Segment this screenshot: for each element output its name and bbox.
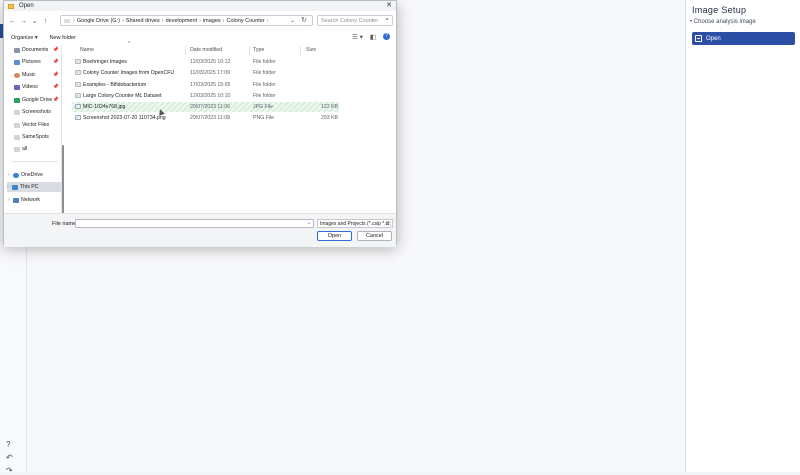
file-row[interactable]: Examples - Bifidobacterium 17/03/2025 15…	[72, 80, 339, 90]
filename-input[interactable]: ⌄	[75, 219, 314, 228]
pictures-icon	[14, 59, 20, 65]
up-button[interactable]: ↑	[40, 18, 51, 25]
search-placeholder: Search Colony Counter	[321, 17, 379, 24]
address-dropdown-icon[interactable]: ⌄	[290, 17, 295, 24]
breadcrumb-item[interactable]: images	[203, 18, 221, 24]
file-type-select[interactable]: Images and Projects (*.csip *.tif; ⌄	[317, 219, 393, 228]
file-list: ^ Name Date modified Type Size Boehringe…	[72, 41, 397, 213]
panel-open-label: Open	[706, 35, 721, 42]
help-icon[interactable]: ?	[6, 440, 13, 449]
forward-button[interactable]: →	[18, 18, 29, 25]
folder-icon	[75, 93, 81, 98]
folder-icon	[75, 70, 81, 75]
open-file-dialog: Open ✕ ← → ⌄ ↑ › Google Drive (G:) › Sha…	[3, 0, 397, 247]
folder-icon	[8, 3, 14, 9]
pin-icon: 📌	[52, 59, 59, 65]
column-header-type[interactable]: Type	[253, 45, 264, 55]
documents-icon	[14, 47, 20, 53]
folder-icon	[14, 146, 20, 152]
music-icon	[14, 72, 20, 78]
open-button[interactable]: Open	[317, 231, 352, 241]
pin-icon: 📌	[52, 97, 59, 103]
sidebar-item-network[interactable]: › Network	[8, 195, 55, 205]
folder-icon	[14, 134, 20, 140]
computer-icon	[12, 184, 18, 190]
new-folder-button[interactable]: New folder	[50, 35, 76, 41]
file-type-value: Images and Projects (*.csip *.tif;	[320, 221, 391, 227]
dialog-navbar: ← → ⌄ ↑ › Google Drive (G:) › Shared dri…	[4, 13, 396, 29]
recent-locations-button[interactable]: ⌄	[29, 17, 40, 25]
column-header-name[interactable]: Name	[80, 45, 94, 55]
onedrive-icon	[13, 172, 19, 178]
organize-button[interactable]: Organize ▾	[11, 35, 38, 41]
navigation-pane: Documents 📌 Pictures 📌 Music 📌 Videos 📌 …	[4, 45, 64, 239]
breadcrumb-item[interactable]: development	[166, 18, 198, 24]
dialog-titlebar[interactable]: Open ✕	[4, 1, 396, 11]
sidebar-item-samespots[interactable]: SameSpots	[14, 132, 61, 142]
folder-open-icon	[695, 35, 702, 42]
column-header-size[interactable]: Size	[306, 45, 316, 55]
dialog-toolbar: Organize ▾ New folder ☰ ▾ ◧ ?	[4, 32, 396, 44]
address-bar[interactable]: › Google Drive (G:) › Shared drives › de…	[60, 15, 313, 26]
search-input[interactable]: Search Colony Counter ⌕	[317, 15, 393, 26]
pin-icon: 📌	[52, 47, 59, 53]
view-options-icon[interactable]: ☰ ▾	[352, 33, 363, 41]
file-row[interactable]: Colony Counter Images from OpenCFU 11/03…	[72, 68, 339, 78]
folder-icon	[75, 82, 81, 87]
sidebar-item-this-pc[interactable]: › This PC	[7, 182, 61, 192]
sidebar-item-onedrive[interactable]: › OneDrive	[8, 170, 55, 180]
chevron-down-icon[interactable]: ⌄	[307, 220, 311, 226]
sidebar-item-pictures[interactable]: Pictures 📌	[14, 57, 61, 67]
folder-icon	[75, 59, 81, 64]
image-file-icon	[75, 104, 81, 109]
sidebar-item-vector-files[interactable]: Vector Files	[14, 120, 61, 130]
breadcrumb-item[interactable]: Shared drives	[126, 18, 160, 24]
file-row-selected[interactable]: MIC-1024x768.jpg 20/07/2023 11:06 JPG Fi…	[72, 102, 339, 112]
panel-instruction: • Choose analysis image	[690, 19, 756, 25]
nav-divider	[12, 161, 58, 162]
chevron-down-icon: ⌄	[385, 221, 390, 227]
image-setup-panel: Image Setup • Choose analysis image Open	[685, 0, 800, 472]
close-icon[interactable]: ✕	[386, 1, 392, 9]
file-row[interactable]: Boehringer Images 12/03/2025 10:12 File …	[72, 57, 339, 67]
google-drive-icon	[14, 97, 20, 103]
breadcrumb-item[interactable]: Google Drive (G:)	[77, 18, 120, 24]
file-row[interactable]: Large Colony Counter ML Dataset 12/03/20…	[72, 91, 339, 101]
cancel-button[interactable]: Cancel	[357, 231, 392, 241]
sidebar-item-documents[interactable]: Documents 📌	[14, 45, 61, 55]
network-icon	[13, 197, 19, 203]
search-icon[interactable]: ⌕	[385, 16, 389, 24]
sidebar-item-videos[interactable]: Videos 📌	[14, 82, 61, 92]
help-icon[interactable]: ?	[383, 33, 390, 40]
folder-icon	[14, 122, 20, 128]
sort-ascending-icon: ^	[128, 41, 131, 47]
panel-title: Image Setup	[692, 5, 747, 15]
address-folder-icon	[64, 18, 70, 23]
dialog-footer: File name: ⌄ Images and Projects (*.csip…	[4, 213, 396, 247]
pin-icon: 📌	[52, 84, 59, 90]
folder-icon	[14, 109, 20, 115]
filename-label: File name:	[52, 221, 78, 227]
image-file-icon	[75, 115, 81, 120]
column-header-date[interactable]: Date modified	[190, 45, 222, 55]
breadcrumb-item[interactable]: Colony Counter	[227, 18, 265, 24]
dialog-title: Open	[19, 3, 34, 9]
pin-icon: 📌	[52, 72, 59, 78]
redo-icon[interactable]: ↷	[6, 466, 13, 475]
sidebar-item-google-drive[interactable]: Google Drive 📌	[14, 95, 61, 105]
sidebar-item-screenshots[interactable]: Screenshots	[14, 107, 61, 117]
refresh-icon[interactable]: ↻	[301, 16, 307, 24]
undo-icon[interactable]: ↶	[6, 453, 13, 462]
back-button[interactable]: ←	[7, 18, 18, 25]
sidebar-item-music[interactable]: Music 📌	[14, 70, 61, 80]
preview-pane-icon[interactable]: ◧	[370, 33, 376, 41]
panel-open-button[interactable]: Open	[692, 32, 795, 45]
videos-icon	[14, 84, 20, 90]
sidebar-item-all[interactable]: all	[14, 144, 61, 154]
left-rail-bottom-icons: ? ↶ ↷	[6, 440, 13, 475]
file-row[interactable]: Screenshot 2023-07-20 110734.png 20/07/2…	[72, 113, 339, 123]
